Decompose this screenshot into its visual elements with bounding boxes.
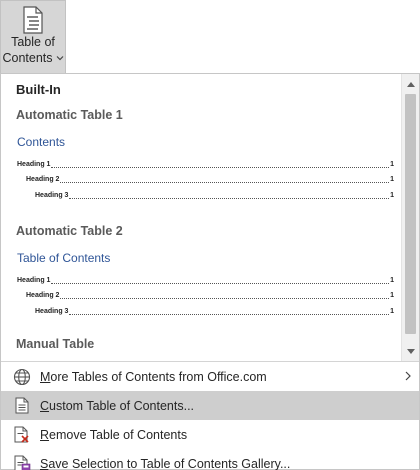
remove-document-icon bbox=[13, 426, 31, 444]
document-toc-icon bbox=[23, 6, 43, 34]
menu-item-custom-toc[interactable]: Custom Table of Contents... bbox=[1, 391, 419, 420]
toc-preview-entry: Heading 31 bbox=[35, 307, 394, 315]
gallery-item-automatic-table-1[interactable]: Contents Heading 11 Heading 21 Heading 3… bbox=[17, 135, 394, 200]
scroll-down-button[interactable] bbox=[404, 344, 417, 358]
triangle-down-icon bbox=[406, 348, 415, 354]
toc-preview-entry: Heading 21 bbox=[26, 292, 394, 299]
menu-item-label: ustom Table of Contents... bbox=[49, 398, 195, 413]
save-to-gallery-icon bbox=[13, 455, 31, 470]
toc-dropdown-panel: Built-In Automatic Table 1 Contents Head… bbox=[0, 73, 420, 470]
gallery-section-header: Built-In bbox=[16, 82, 61, 97]
toc-preview-entry: Heading 21 bbox=[26, 176, 394, 183]
menu-item-label: ore Tables of Contents from Office.com bbox=[50, 369, 267, 384]
toc-preview-entry: Heading 11 bbox=[17, 160, 394, 168]
gallery-style-title: Automatic Table 1 bbox=[16, 108, 123, 122]
chevron-right-icon bbox=[405, 371, 411, 381]
toc-menu: More Tables of Contents from Office.com … bbox=[1, 361, 419, 470]
menu-item-remove-toc[interactable]: Remove Table of Contents bbox=[1, 420, 419, 449]
menu-item-save-selection[interactable]: Save Selection to Table of Contents Gall… bbox=[1, 449, 419, 470]
toc-gallery: Built-In Automatic Table 1 Contents Head… bbox=[1, 74, 401, 361]
gallery-item-automatic-table-2[interactable]: Table of Contents Heading 11 Heading 21 … bbox=[17, 251, 394, 316]
toc-button-label-line1: Table of bbox=[11, 35, 55, 49]
scroll-thumb[interactable] bbox=[405, 94, 416, 334]
gallery-style-title[interactable]: Manual Table bbox=[16, 337, 94, 351]
menu-item-more-tables[interactable]: More Tables of Contents from Office.com bbox=[1, 362, 419, 391]
toc-button-label-line2: Contents bbox=[2, 51, 53, 65]
globe-icon bbox=[13, 368, 31, 386]
toc-preview-entry: Heading 31 bbox=[35, 191, 394, 199]
scroll-up-button[interactable] bbox=[404, 77, 417, 91]
menu-item-label: ave Selection to Table of Contents Galle… bbox=[48, 456, 291, 470]
chevron-down-icon bbox=[56, 56, 63, 61]
toc-preview-entry: Heading 11 bbox=[17, 276, 394, 284]
gallery-style-title: Automatic Table 2 bbox=[16, 224, 123, 238]
gallery-scrollbar[interactable] bbox=[401, 74, 419, 361]
table-of-contents-button[interactable]: Table of Contents bbox=[0, 0, 66, 73]
triangle-up-icon bbox=[406, 81, 415, 87]
document-icon bbox=[13, 397, 31, 415]
toc-preview-heading: Contents bbox=[17, 135, 66, 149]
menu-item-label: emove Table of Contents bbox=[49, 427, 188, 442]
toc-preview-heading: Table of Contents bbox=[17, 251, 111, 265]
